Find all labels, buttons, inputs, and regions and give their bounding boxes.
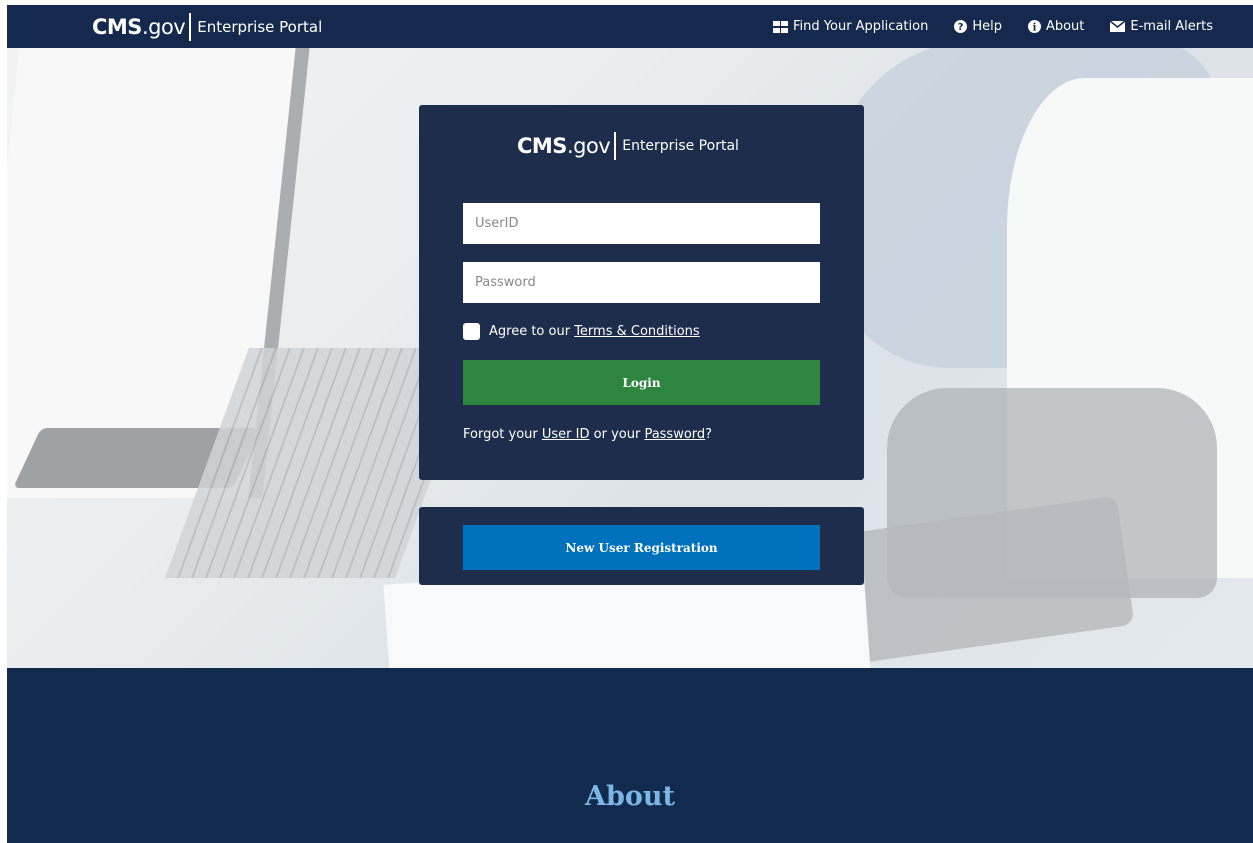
login-card-logo: CMS .gov Enterprise Portal bbox=[517, 130, 739, 162]
about-heading: About bbox=[585, 781, 675, 812]
logo-cms-text: CMS bbox=[517, 134, 567, 158]
nav-label: E-mail Alerts bbox=[1130, 19, 1213, 34]
nav-email-alerts[interactable]: E-mail Alerts bbox=[1110, 19, 1213, 34]
info-circle-icon: i bbox=[1027, 20, 1041, 34]
about-section: About bbox=[7, 668, 1253, 843]
header-logo[interactable]: CMS .gov Enterprise Portal bbox=[92, 12, 322, 42]
logo-portal-text: Enterprise Portal bbox=[197, 18, 323, 36]
forgot-credentials-text: Forgot your User ID or your Password? bbox=[463, 427, 713, 442]
nav-find-your-application[interactable]: Find Your Application bbox=[773, 19, 928, 34]
page: CMS .gov Enterprise Portal Find Your Appl… bbox=[7, 5, 1253, 843]
agree-text: Agree to our Terms & Conditions bbox=[489, 324, 700, 339]
terms-checkbox[interactable] bbox=[463, 323, 480, 340]
logo-divider bbox=[614, 132, 617, 160]
terms-agreement: Agree to our Terms & Conditions bbox=[463, 323, 700, 340]
logo-cms-text: CMS bbox=[92, 15, 142, 39]
nav-about[interactable]: i About bbox=[1027, 19, 1085, 34]
logo-divider bbox=[189, 13, 192, 41]
password-input[interactable] bbox=[463, 262, 820, 303]
terms-conditions-link[interactable]: Terms & Conditions bbox=[574, 324, 700, 339]
login-button[interactable]: Login bbox=[463, 360, 820, 405]
svg-text:i: i bbox=[1033, 23, 1037, 34]
login-card: CMS.gov Enterprise Portal Agree to our T… bbox=[419, 105, 864, 480]
nav-label: Find Your Application bbox=[793, 19, 929, 34]
forgot-userid-link[interactable]: User ID bbox=[542, 427, 590, 442]
forgot-password-link[interactable]: Password bbox=[644, 427, 705, 442]
nav-help[interactable]: ? Help bbox=[954, 19, 1002, 34]
envelope-icon bbox=[1110, 21, 1126, 32]
logo-gov-text: .gov bbox=[141, 15, 186, 39]
grid-icon bbox=[773, 20, 789, 33]
top-navigation-bar: CMS .gov Enterprise Portal Find Your Appl… bbox=[7, 5, 1253, 48]
logo-portal-text: Enterprise Portal bbox=[622, 138, 739, 154]
userid-input[interactable] bbox=[463, 203, 820, 244]
nav-label: Help bbox=[972, 19, 1002, 34]
svg-text:?: ? bbox=[958, 22, 964, 33]
question-circle-icon: ? bbox=[954, 20, 968, 33]
nav-label: About bbox=[1045, 19, 1085, 34]
logo-gov-text: .gov bbox=[566, 134, 611, 158]
registration-card: New User Registration bbox=[419, 507, 864, 585]
header-nav: Find Your Application ? Help i About E-m… bbox=[773, 5, 1213, 48]
new-user-registration-button[interactable]: New User Registration bbox=[463, 525, 820, 570]
